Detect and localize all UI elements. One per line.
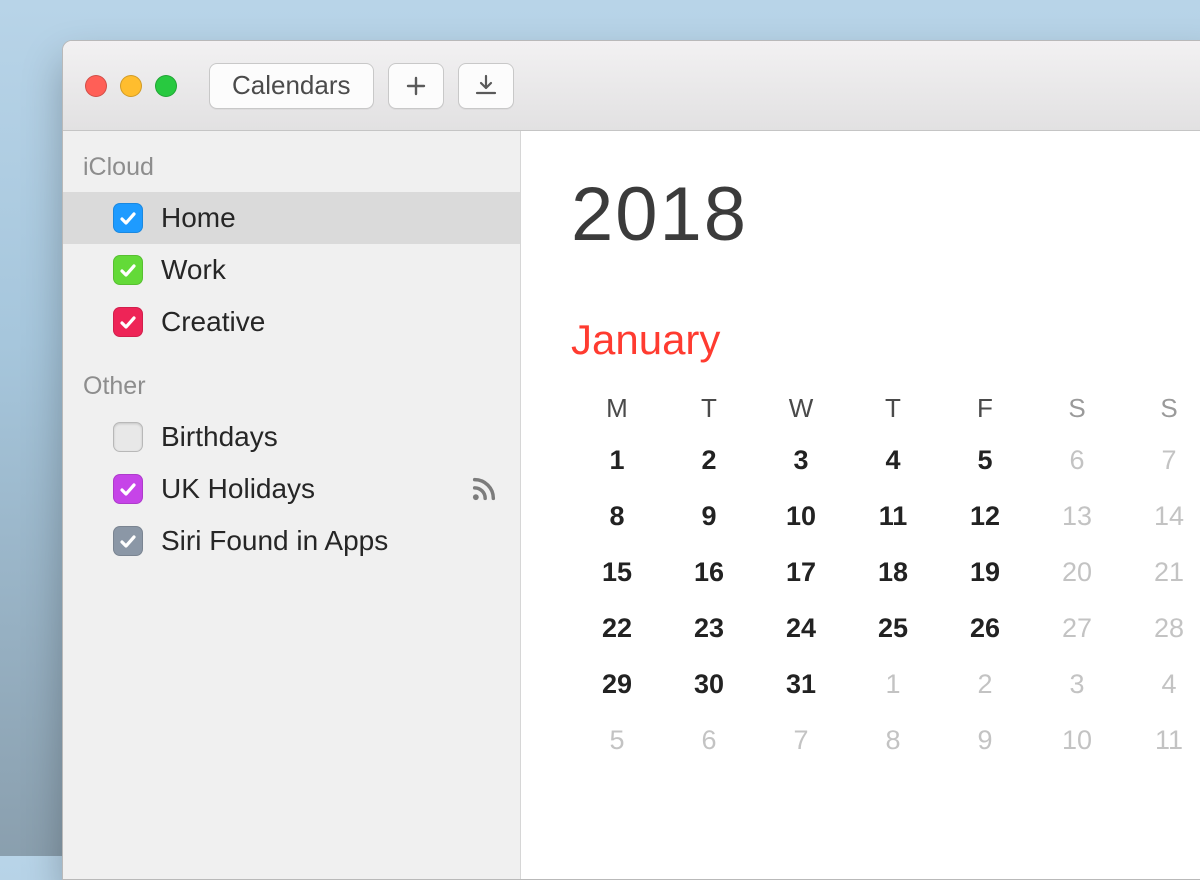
day-cell[interactable]: 7 — [755, 712, 847, 768]
month-grid: MTWTFSS123456789101112131415161718192021… — [571, 384, 1200, 768]
calendar-window: Calendars iCloud Home Work Creative Other Bir… — [62, 40, 1200, 880]
day-cell[interactable]: 7 — [1123, 432, 1200, 488]
calendar-item-label: Birthdays — [161, 421, 502, 453]
day-cell[interactable]: 9 — [663, 488, 755, 544]
day-cell[interactable]: 11 — [847, 488, 939, 544]
weekday-header: F — [939, 384, 1031, 432]
sidebar-section-header: iCloud — [63, 147, 520, 192]
day-cell[interactable]: 3 — [1031, 656, 1123, 712]
day-cell[interactable]: 25 — [847, 600, 939, 656]
weekday-header: W — [755, 384, 847, 432]
calendar-item-label: UK Holidays — [161, 473, 502, 505]
day-cell[interactable]: 6 — [1031, 432, 1123, 488]
day-cell[interactable]: 17 — [755, 544, 847, 600]
day-cell[interactable]: 27 — [1031, 600, 1123, 656]
day-cell[interactable]: 10 — [1031, 712, 1123, 768]
calendar-checkbox[interactable] — [113, 307, 143, 337]
day-cell[interactable]: 24 — [755, 600, 847, 656]
calendar-list-item[interactable]: Home — [63, 192, 520, 244]
day-cell[interactable]: 20 — [1031, 544, 1123, 600]
weekday-header: T — [663, 384, 755, 432]
year-label: 2018 — [571, 171, 1200, 258]
calendar-item-label: Creative — [161, 306, 502, 338]
calendar-checkbox[interactable] — [113, 422, 143, 452]
close-window-button[interactable] — [85, 75, 107, 97]
day-cell[interactable]: 30 — [663, 656, 755, 712]
sidebar-section-header: Other — [63, 366, 520, 411]
titlebar: Calendars — [63, 41, 1200, 131]
calendar-list-item[interactable]: Creative — [63, 296, 520, 348]
weekday-header: T — [847, 384, 939, 432]
day-cell[interactable]: 1 — [571, 432, 663, 488]
check-icon — [119, 532, 137, 550]
content-area: iCloud Home Work Creative Other Birthdays UK H… — [63, 131, 1200, 879]
inbox-button[interactable] — [458, 63, 514, 109]
day-cell[interactable]: 2 — [663, 432, 755, 488]
minimize-window-button[interactable] — [120, 75, 142, 97]
day-cell[interactable]: 13 — [1031, 488, 1123, 544]
day-cell[interactable]: 5 — [571, 712, 663, 768]
day-cell[interactable]: 12 — [939, 488, 1031, 544]
day-cell[interactable]: 11 — [1123, 712, 1200, 768]
calendar-list-item[interactable]: UK Holidays — [63, 463, 520, 515]
day-cell[interactable]: 3 — [755, 432, 847, 488]
calendar-checkbox[interactable] — [113, 255, 143, 285]
day-cell[interactable]: 22 — [571, 600, 663, 656]
day-cell[interactable]: 15 — [571, 544, 663, 600]
weekday-header: S — [1031, 384, 1123, 432]
calendar-list-item[interactable]: Siri Found in Apps — [63, 515, 520, 567]
day-cell[interactable]: 4 — [847, 432, 939, 488]
main-pane: 2018 January MTWTFSS12345678910111213141… — [521, 131, 1200, 879]
calendar-item-label: Home — [161, 202, 502, 234]
day-cell[interactable]: 10 — [755, 488, 847, 544]
zoom-window-button[interactable] — [155, 75, 177, 97]
day-cell[interactable]: 18 — [847, 544, 939, 600]
calendars-toggle-button[interactable]: Calendars — [209, 63, 374, 109]
check-icon — [119, 313, 137, 331]
day-cell[interactable]: 1 — [847, 656, 939, 712]
day-cell[interactable]: 16 — [663, 544, 755, 600]
weekday-header: M — [571, 384, 663, 432]
calendar-checkbox[interactable] — [113, 526, 143, 556]
day-cell[interactable]: 4 — [1123, 656, 1200, 712]
day-cell[interactable]: 23 — [663, 600, 755, 656]
download-tray-icon — [473, 73, 499, 99]
add-event-button[interactable] — [388, 63, 444, 109]
day-cell[interactable]: 28 — [1123, 600, 1200, 656]
day-cell[interactable]: 8 — [847, 712, 939, 768]
calendars-toggle-label: Calendars — [232, 70, 351, 101]
weekday-header: S — [1123, 384, 1200, 432]
subscription-icon — [470, 475, 498, 503]
calendar-list-item[interactable]: Birthdays — [63, 411, 520, 463]
traffic-lights — [85, 75, 177, 97]
day-cell[interactable]: 19 — [939, 544, 1031, 600]
calendar-item-label: Siri Found in Apps — [161, 525, 502, 557]
day-cell[interactable]: 29 — [571, 656, 663, 712]
day-cell[interactable]: 31 — [755, 656, 847, 712]
sidebar: iCloud Home Work Creative Other Birthdays UK H… — [63, 131, 521, 879]
check-icon — [119, 480, 137, 498]
calendar-checkbox[interactable] — [113, 474, 143, 504]
month-label: January — [571, 316, 1200, 364]
check-icon — [119, 209, 137, 227]
day-cell[interactable]: 8 — [571, 488, 663, 544]
day-cell[interactable]: 9 — [939, 712, 1031, 768]
day-cell[interactable]: 6 — [663, 712, 755, 768]
check-icon — [119, 261, 137, 279]
day-cell[interactable]: 14 — [1123, 488, 1200, 544]
calendar-item-label: Work — [161, 254, 502, 286]
day-cell[interactable]: 5 — [939, 432, 1031, 488]
day-cell[interactable]: 2 — [939, 656, 1031, 712]
calendar-list-item[interactable]: Work — [63, 244, 520, 296]
plus-icon — [404, 74, 428, 98]
day-cell[interactable]: 21 — [1123, 544, 1200, 600]
calendar-checkbox[interactable] — [113, 203, 143, 233]
day-cell[interactable]: 26 — [939, 600, 1031, 656]
